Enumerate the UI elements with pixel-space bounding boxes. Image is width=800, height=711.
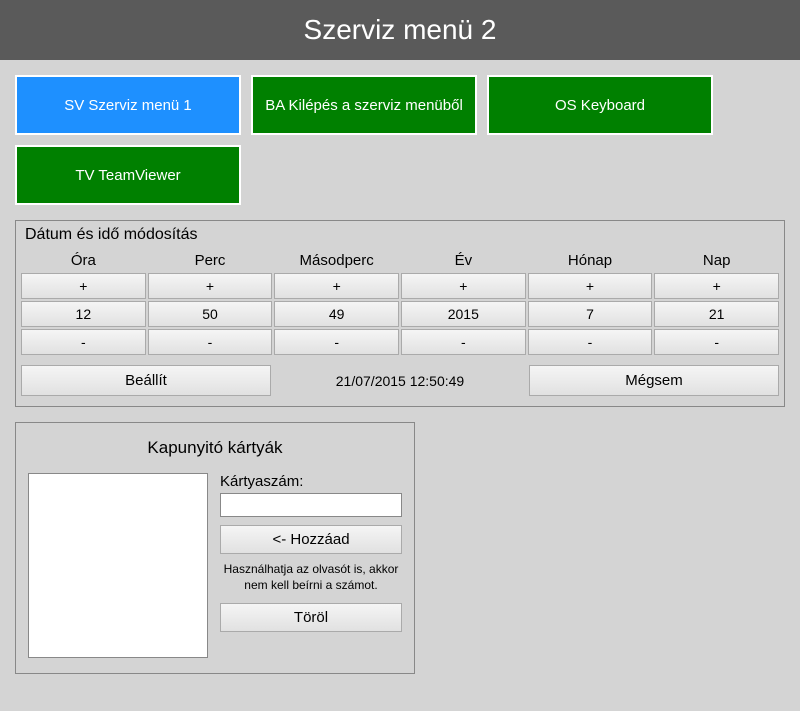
col-second: Másodperc — [274, 250, 399, 271]
current-timestamp: 21/07/2015 12:50:49 — [275, 373, 525, 389]
col-day: Nap — [654, 250, 779, 271]
month-minus-button[interactable]: - — [528, 329, 653, 355]
teamviewer-button[interactable]: TV TeamViewer — [15, 145, 241, 205]
os-keyboard-button[interactable]: OS Keyboard — [487, 75, 713, 135]
second-value: 49 — [274, 301, 399, 327]
col-year: Év — [401, 250, 526, 271]
second-minus-button[interactable]: - — [274, 329, 399, 355]
card-reader-hint: Használhatja az olvasót is, akkor nem ke… — [220, 562, 402, 593]
main-button-row: SV Szerviz menü 1 BA Kilépés a szerviz m… — [15, 75, 785, 205]
datetime-panel: Dátum és idő módosítás Óra Perc Másodper… — [15, 220, 785, 407]
minute-minus-button[interactable]: - — [148, 329, 273, 355]
add-card-button[interactable]: <- Hozzáad — [220, 525, 402, 554]
year-minus-button[interactable]: - — [401, 329, 526, 355]
day-minus-button[interactable]: - — [654, 329, 779, 355]
card-listbox[interactable] — [28, 473, 208, 658]
service-menu-1-button[interactable]: SV Szerviz menü 1 — [15, 75, 241, 135]
hour-value: 12 — [21, 301, 146, 327]
hour-minus-button[interactable]: - — [21, 329, 146, 355]
year-value: 2015 — [401, 301, 526, 327]
year-plus-button[interactable]: + — [401, 273, 526, 299]
hour-plus-button[interactable]: + — [21, 273, 146, 299]
exit-service-menu-button[interactable]: BA Kilépés a szerviz menüből — [251, 75, 477, 135]
cancel-button[interactable]: Mégsem — [529, 365, 779, 396]
col-minute: Perc — [148, 250, 273, 271]
day-value: 21 — [654, 301, 779, 327]
datetime-panel-title: Dátum és idő módosítás — [21, 224, 779, 246]
cards-panel-title: Kapunyitó kártyák — [28, 438, 402, 458]
card-number-label: Kártyaszám: — [220, 473, 402, 490]
minute-plus-button[interactable]: + — [148, 273, 273, 299]
month-value: 7 — [528, 301, 653, 327]
col-month: Hónap — [528, 250, 653, 271]
second-plus-button[interactable]: + — [274, 273, 399, 299]
month-plus-button[interactable]: + — [528, 273, 653, 299]
cards-panel: Kapunyitó kártyák Kártyaszám: <- Hozzáad… — [15, 422, 415, 674]
col-hour: Óra — [21, 250, 146, 271]
page-title: Szerviz menü 2 — [0, 0, 800, 60]
card-number-input[interactable] — [220, 493, 402, 517]
minute-value: 50 — [148, 301, 273, 327]
set-button[interactable]: Beállít — [21, 365, 271, 396]
day-plus-button[interactable]: + — [654, 273, 779, 299]
delete-card-button[interactable]: Töröl — [220, 603, 402, 632]
